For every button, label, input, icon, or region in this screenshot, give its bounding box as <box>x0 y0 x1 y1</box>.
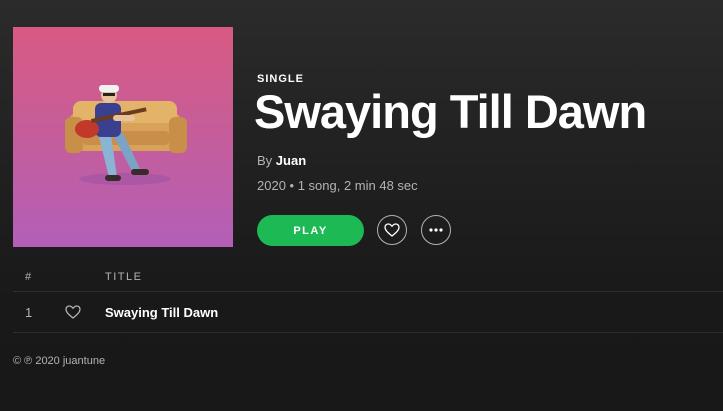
album-meta: 2020 • 1 song, 2 min 48 sec <box>257 178 418 193</box>
cover-illustration <box>65 85 187 185</box>
album-title: Swaying Till Dawn <box>254 85 647 138</box>
play-button[interactable]: PLAY <box>257 215 364 246</box>
track-row[interactable]: 1 Swaying Till Dawn <box>13 292 723 332</box>
by-prefix: By <box>257 153 273 168</box>
like-button[interactable] <box>377 215 407 245</box>
album-byline: By Juan <box>257 153 306 168</box>
column-header-number: # <box>25 271 32 283</box>
more-options-button[interactable] <box>421 215 451 245</box>
more-dots-icon <box>429 228 443 232</box>
track-number: 1 <box>25 305 33 320</box>
column-header-title[interactable]: TITLE <box>105 271 142 283</box>
artist-link[interactable]: Juan <box>276 153 306 168</box>
heart-outline-icon[interactable] <box>65 304 81 320</box>
copyright-text: © ℗ 2020 juantune <box>13 355 106 367</box>
row-divider <box>13 332 723 333</box>
album-cover-art <box>13 27 233 247</box>
track-title: Swaying Till Dawn <box>105 305 219 320</box>
heart-outline-icon <box>384 223 400 237</box>
